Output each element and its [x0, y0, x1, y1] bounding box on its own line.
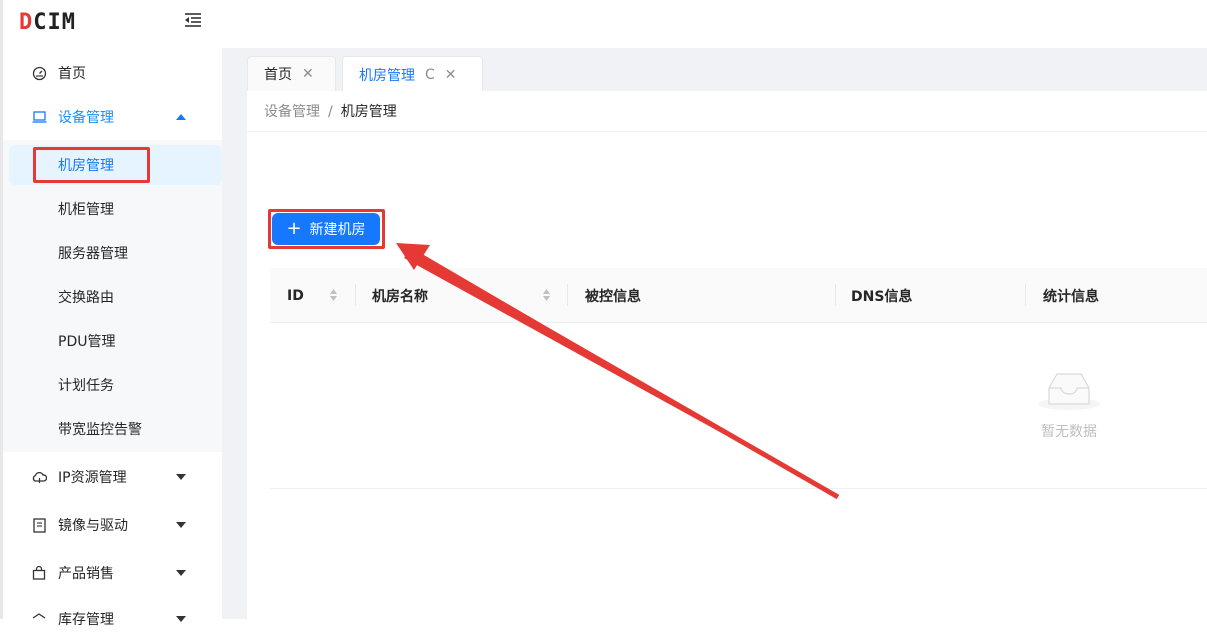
sidebar-subitem-label: 交换路由 — [58, 290, 114, 306]
sidebar-subitem-server-management[interactable]: 服务器管理 — [9, 233, 222, 273]
logo-mark: D — [19, 9, 34, 35]
column-divider — [835, 284, 836, 306]
inventory-icon — [31, 611, 47, 627]
sidebar-item-home[interactable]: 首页 — [3, 51, 225, 95]
sidebar-subitem-label: 机房管理 — [58, 158, 114, 174]
column-header-control-info: 被控信息 — [585, 288, 641, 305]
tab-label: 首页 — [264, 67, 292, 83]
sidebar-item-product-sales[interactable]: 产品销售 — [3, 551, 225, 595]
close-icon[interactable]: ✕ — [445, 67, 457, 83]
breadcrumb-separator: / — [328, 104, 333, 120]
column-header-dns-info: DNS信息 — [851, 288, 913, 305]
sidebar-item-label: IP资源管理 — [58, 470, 127, 486]
sidebar-subitem-scheduled-tasks[interactable]: 计划任务 — [9, 365, 222, 405]
sidebar-item-label: 首页 — [58, 66, 86, 82]
shopping-bag-icon — [31, 565, 47, 581]
empty-text: 暂无数据 — [1041, 424, 1097, 440]
dashboard-icon — [31, 65, 47, 81]
sidebar-item-images-drivers[interactable]: 镜像与驱动 — [3, 503, 225, 547]
column-divider — [567, 284, 568, 306]
sidebar-subitem-switch-routing[interactable]: 交换路由 — [9, 277, 222, 317]
sidebar: DCIM 首页 设备管理 机房管理 机柜管理 服务器管理 交换路由 PDU管理 … — [0, 0, 225, 628]
cloud-icon — [31, 469, 47, 485]
image-icon — [31, 517, 47, 533]
sidebar-subitem-pdu-management[interactable]: PDU管理 — [9, 321, 222, 361]
sidebar-item-label: 设备管理 — [58, 110, 114, 126]
breadcrumb: 设备管理 / 机房管理 — [264, 101, 397, 121]
column-divider — [355, 284, 356, 306]
caret-down-icon — [176, 474, 186, 480]
laptop-icon — [31, 109, 47, 125]
sidebar-subitem-label: 带宽监控告警 — [58, 422, 142, 438]
new-room-button-label: 新建机房 — [309, 222, 366, 238]
plus-icon: + — [286, 218, 302, 239]
sidebar-subitem-label: PDU管理 — [58, 334, 116, 350]
logo-text: CIM — [33, 9, 76, 35]
sidebar-subitem-label: 机柜管理 — [58, 202, 114, 218]
sidebar-subitem-cabinet-management[interactable]: 机柜管理 — [9, 189, 222, 229]
column-divider — [1025, 284, 1026, 306]
caret-down-icon — [176, 570, 186, 576]
close-icon[interactable]: ✕ — [302, 66, 314, 82]
sidebar-item-label: 产品销售 — [58, 566, 114, 582]
caret-down-icon — [176, 616, 186, 622]
caret-down-icon — [176, 522, 186, 528]
new-room-button[interactable]: + 新建机房 — [272, 213, 380, 245]
column-header-id[interactable]: ID — [287, 268, 304, 323]
empty-box-icon — [1038, 373, 1100, 410]
reload-icon[interactable]: C — [425, 67, 435, 83]
column-header-room-name[interactable]: 机房名称 — [372, 268, 428, 323]
menu-fold-icon[interactable] — [184, 12, 202, 28]
sidebar-item-device-management[interactable]: 设备管理 — [3, 95, 225, 139]
sidebar-subitem-room-management[interactable]: 机房管理 — [9, 145, 222, 185]
caret-up-icon — [176, 114, 186, 120]
breadcrumb-parent[interactable]: 设备管理 — [264, 104, 320, 120]
tab-room-management[interactable]: 机房管理 C ✕ — [342, 56, 483, 92]
sort-icon[interactable] — [542, 288, 551, 302]
sidebar-item-ip-resources[interactable]: IP资源管理 — [3, 455, 225, 499]
sort-icon[interactable] — [329, 288, 338, 302]
logo[interactable]: DCIM — [19, 8, 76, 36]
sidebar-subitem-label: 服务器管理 — [58, 246, 128, 262]
table-header: ID 机房名称 被控信息 DNS信息 统计信息 — [270, 268, 1207, 323]
tab-label: 机房管理 — [359, 67, 415, 84]
sidebar-subitem-label: 计划任务 — [58, 378, 114, 394]
tab-home[interactable]: 首页 ✕ — [247, 56, 336, 91]
sidebar-item-label: 镜像与驱动 — [58, 518, 128, 534]
breadcrumb-current: 机房管理 — [340, 104, 397, 120]
divider — [247, 131, 1207, 132]
sidebar-item-inventory-management[interactable]: 库存管理 — [3, 597, 225, 641]
column-header-statistics: 统计信息 — [1043, 288, 1099, 305]
sidebar-subitem-bandwidth-alerts[interactable]: 带宽监控告警 — [9, 409, 222, 449]
sidebar-item-label: 库存管理 — [58, 612, 114, 628]
